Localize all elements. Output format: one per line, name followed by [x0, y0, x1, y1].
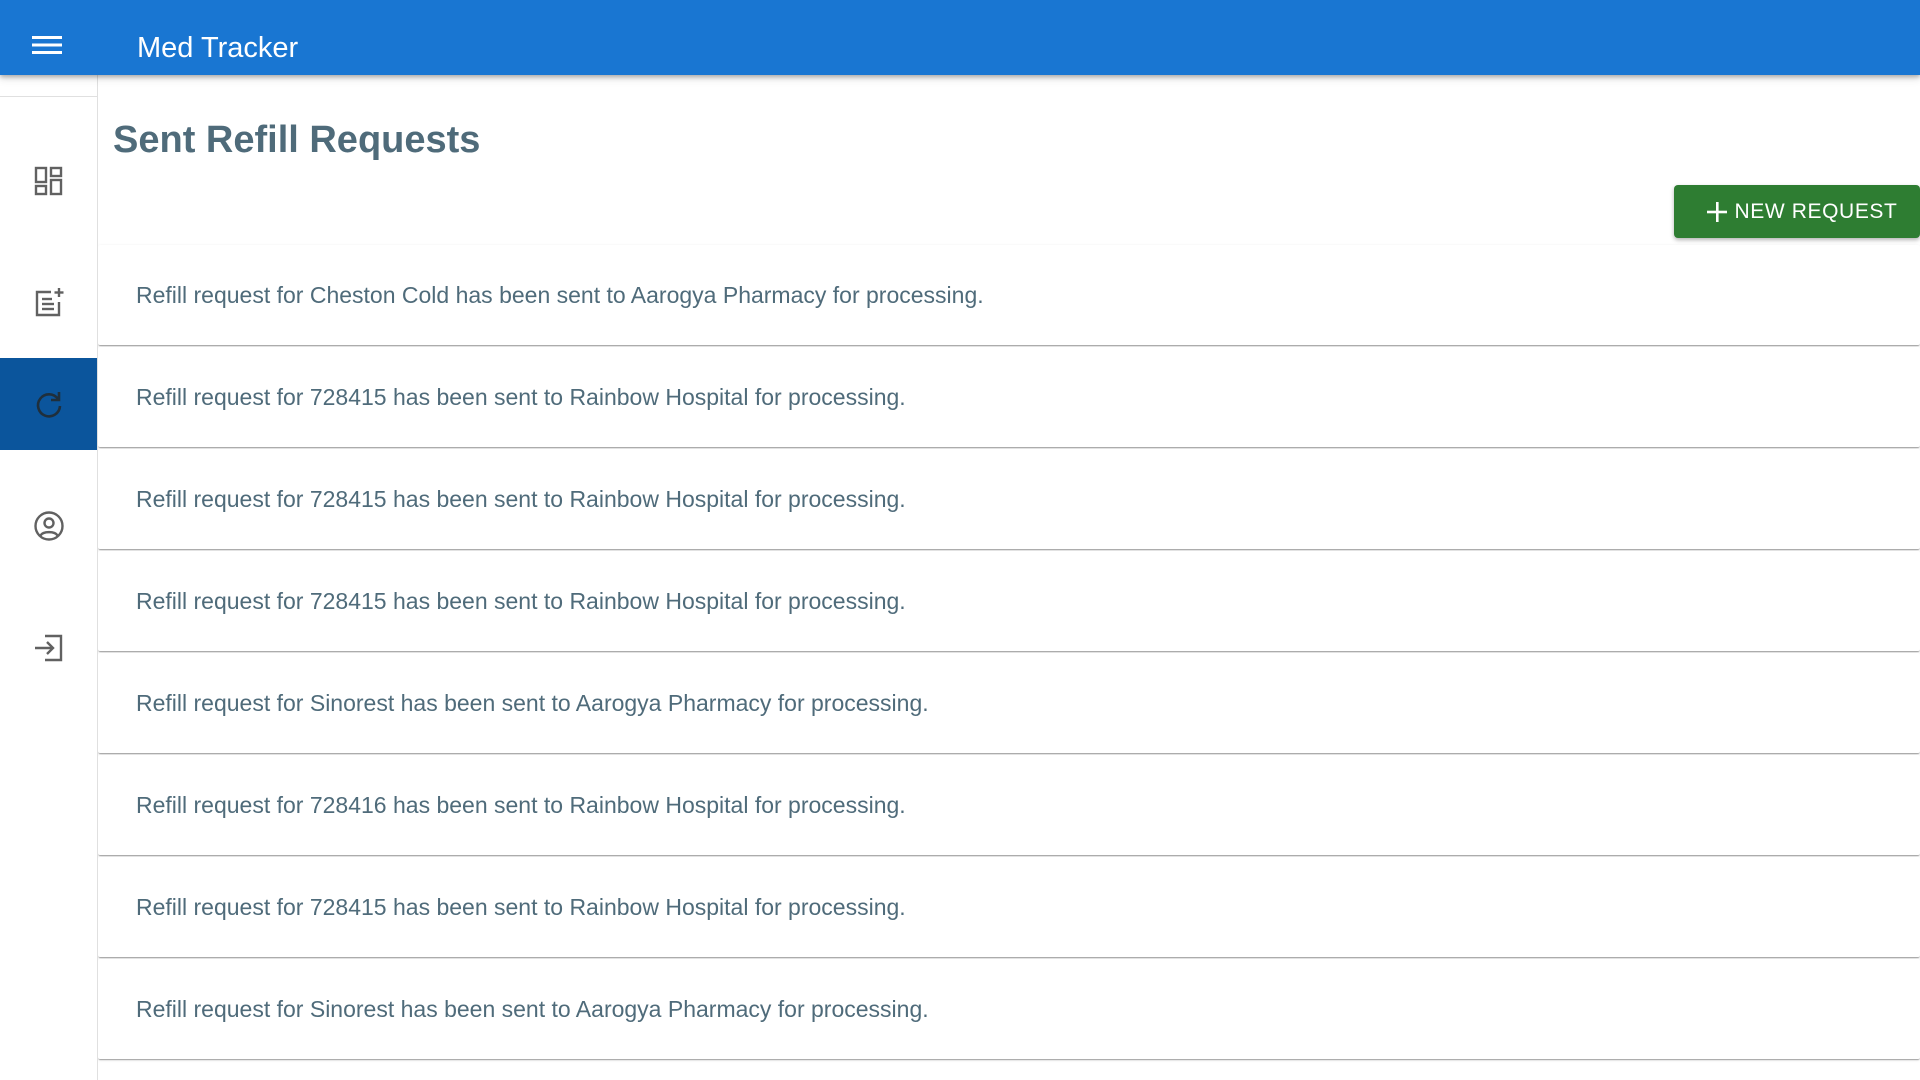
sidebar-item-add-prescription[interactable] [0, 257, 97, 349]
new-request-label: NEW REQUEST [1734, 199, 1898, 223]
app-bar: Med Tracker [0, 0, 1920, 75]
account-circle-icon [33, 510, 65, 542]
sidebar-item-dashboard[interactable] [0, 135, 97, 227]
list-item: Refill request for Sinorest has been sen… [98, 959, 1920, 1059]
sidebar [0, 75, 98, 1080]
request-text: Refill request for 728415 has been sent … [136, 588, 906, 614]
sidebar-item-logout[interactable] [0, 602, 97, 694]
new-request-button[interactable]: NEW REQUEST [1674, 185, 1920, 238]
list-item: Refill request for 728416 has been sent … [98, 755, 1920, 855]
menu-icon [32, 34, 62, 61]
logout-icon [33, 632, 65, 664]
list-item: Refill request for 728415 has been sent … [98, 857, 1920, 957]
app-title: Med Tracker [137, 32, 299, 64]
divider [0, 96, 97, 97]
dashboard-icon [34, 166, 64, 196]
request-text: Refill request for 728415 has been sent … [136, 486, 906, 512]
menu-button[interactable] [18, 18, 76, 76]
request-text: Refill request for 728415 has been sent … [136, 894, 906, 920]
request-text: Refill request for 728416 has been sent … [136, 792, 906, 818]
add-icon [1705, 200, 1729, 224]
request-text: Refill request for Cheston Cold has been… [136, 282, 984, 308]
request-list: Refill request for Cheston Cold has been… [98, 245, 1920, 1061]
post-add-icon [33, 287, 65, 319]
sidebar-item-profile[interactable] [0, 480, 97, 572]
list-item: Refill request for 728415 has been sent … [98, 449, 1920, 549]
sidebar-item-refill-requests[interactable] [0, 358, 97, 450]
page-title: Sent Refill Requests [113, 119, 481, 161]
main-content: Sent Refill Requests NEW REQUEST Refill … [98, 75, 1920, 1080]
refresh-icon [33, 388, 65, 420]
request-text: Refill request for Sinorest has been sen… [136, 996, 929, 1022]
request-text: Refill request for 728415 has been sent … [136, 384, 906, 410]
list-item: Refill request for 728415 has been sent … [98, 347, 1920, 447]
list-item: Refill request for Cheston Cold has been… [98, 245, 1920, 345]
list-item: Refill request for Sinorest has been sen… [98, 653, 1920, 753]
list-item: Refill request for 728415 has been sent … [98, 551, 1920, 651]
request-text: Refill request for Sinorest has been sen… [136, 690, 929, 716]
